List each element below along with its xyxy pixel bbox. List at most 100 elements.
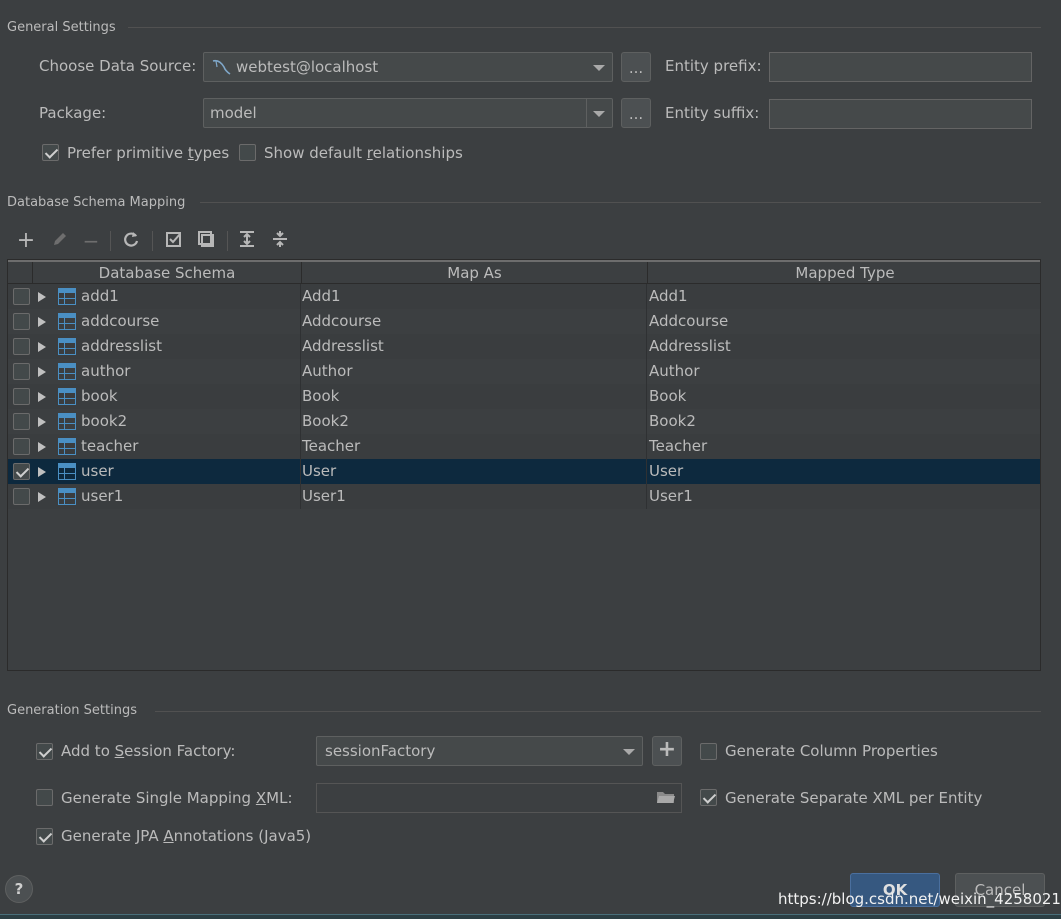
- table-row[interactable]: addresslist Addresslist Addresslist: [8, 334, 1040, 359]
- cell-map-as[interactable]: Author: [302, 362, 353, 380]
- schema-table[interactable]: Database Schema Map As Mapped Type add1 A…: [7, 259, 1041, 671]
- chevron-down-icon[interactable]: [593, 111, 605, 117]
- row-checkbox[interactable]: [13, 288, 30, 305]
- cell-schema: author: [81, 362, 131, 380]
- table-row[interactable]: teacher Teacher Teacher: [8, 434, 1040, 459]
- add-icon[interactable]: +: [15, 230, 37, 252]
- table-row[interactable]: user1 User1 User1: [8, 484, 1040, 509]
- row-checkbox[interactable]: [13, 463, 30, 480]
- column-separator: [300, 284, 301, 309]
- row-checkbox[interactable]: [13, 363, 30, 380]
- cell-mapped-type[interactable]: Add1: [649, 287, 688, 305]
- folder-icon[interactable]: [656, 789, 676, 809]
- refresh-icon[interactable]: [120, 230, 142, 252]
- jpa-annotations-label[interactable]: Generate JPA Annotations (Java5): [61, 827, 311, 845]
- expand-arrow-icon[interactable]: [38, 292, 46, 302]
- table-row[interactable]: author Author Author: [8, 359, 1040, 384]
- chevron-down-icon[interactable]: [623, 749, 635, 755]
- expand-arrow-icon[interactable]: [38, 417, 46, 427]
- column-header-map-as[interactable]: Map As: [301, 262, 647, 284]
- cell-map-as[interactable]: Add1: [302, 287, 341, 305]
- cell-mapped-type[interactable]: Book2: [649, 412, 696, 430]
- cell-mapped-type[interactable]: Addresslist: [649, 337, 731, 355]
- separate-xml-checkbox[interactable]: [700, 789, 717, 806]
- browse-package-button[interactable]: ...: [621, 98, 651, 128]
- cell-mapped-type[interactable]: Author: [649, 362, 700, 380]
- separate-xml-label[interactable]: Generate Separate XML per Entity: [725, 789, 982, 807]
- cell-map-as[interactable]: Teacher: [302, 437, 360, 455]
- cell-mapped-type[interactable]: Book: [649, 387, 686, 405]
- entity-suffix-field[interactable]: [769, 99, 1032, 129]
- row-checkbox[interactable]: [13, 413, 30, 430]
- mysql-icon: [211, 58, 233, 80]
- expand-arrow-icon[interactable]: [38, 392, 46, 402]
- cell-map-as[interactable]: User1: [302, 487, 346, 505]
- cell-map-as[interactable]: Book: [302, 387, 339, 405]
- table-row[interactable]: book Book Book: [8, 384, 1040, 409]
- package-value[interactable]: model: [210, 104, 257, 122]
- expand-arrow-icon[interactable]: [38, 317, 46, 327]
- cell-mapped-type[interactable]: User1: [649, 487, 693, 505]
- add-session-factory-label[interactable]: Add to Session Factory:: [61, 742, 235, 760]
- expand-arrow-icon[interactable]: [38, 492, 46, 502]
- edit-icon[interactable]: [49, 230, 71, 252]
- expand-all-icon[interactable]: [236, 230, 258, 252]
- cell-schema: addresslist: [81, 337, 162, 355]
- single-mapping-xml-label[interactable]: Generate Single Mapping XML:: [61, 789, 293, 807]
- cell-map-as[interactable]: Book2: [302, 412, 349, 430]
- table-row[interactable]: user User User: [8, 459, 1040, 484]
- show-default-relationships-checkbox[interactable]: [239, 144, 256, 161]
- cell-mapped-type[interactable]: Addcourse: [649, 312, 728, 330]
- package-combo[interactable]: model: [203, 98, 613, 128]
- cell-map-as[interactable]: Addresslist: [302, 337, 384, 355]
- single-mapping-xml-checkbox[interactable]: [36, 789, 53, 806]
- expand-arrow-icon[interactable]: [38, 342, 46, 352]
- data-source-label: Choose Data Source:: [39, 57, 197, 75]
- generation-settings-title: Generation Settings: [7, 703, 137, 718]
- single-mapping-xml-field[interactable]: [316, 783, 682, 813]
- column-header-mapped-type[interactable]: Mapped Type: [647, 262, 1040, 284]
- cell-map-as[interactable]: Addcourse: [302, 312, 381, 330]
- table-row[interactable]: addcourse Addcourse Addcourse: [8, 309, 1040, 334]
- data-source-combo[interactable]: webtest@localhost: [203, 52, 613, 82]
- expand-arrow-icon[interactable]: [38, 467, 46, 477]
- table-row[interactable]: add1 Add1 Add1: [8, 284, 1040, 309]
- package-label: Package:: [39, 104, 107, 122]
- cell-mapped-type[interactable]: Teacher: [649, 437, 707, 455]
- browse-data-source-button[interactable]: ...: [621, 52, 651, 82]
- row-checkbox[interactable]: [13, 438, 30, 455]
- expand-arrow-icon[interactable]: [38, 367, 46, 377]
- jpa-annotations-checkbox[interactable]: [36, 828, 53, 845]
- collapse-all-icon[interactable]: [269, 230, 291, 252]
- remove-icon[interactable]: −: [80, 230, 102, 252]
- generate-column-properties-checkbox[interactable]: [700, 743, 717, 760]
- check-all-icon[interactable]: [163, 230, 185, 252]
- show-default-relationships-label[interactable]: Show default relationships: [264, 144, 463, 162]
- entity-prefix-field[interactable]: [769, 52, 1032, 82]
- schema-mapping-title: Database Schema Mapping: [7, 195, 186, 210]
- generate-column-properties-label[interactable]: Generate Column Properties: [725, 742, 938, 760]
- table-icon: [58, 363, 76, 380]
- prefer-primitive-label[interactable]: Prefer primitive types: [67, 144, 229, 162]
- row-checkbox[interactable]: [13, 388, 30, 405]
- add-session-factory-checkbox[interactable]: [36, 743, 53, 760]
- add-session-factory-button[interactable]: +: [652, 736, 682, 766]
- entity-prefix-label: Entity prefix:: [665, 57, 762, 75]
- prefer-primitive-checkbox[interactable]: [42, 144, 59, 161]
- cell-mapped-type[interactable]: User: [649, 462, 683, 480]
- help-button[interactable]: ?: [5, 875, 33, 903]
- column-separator: [300, 459, 301, 484]
- bottom-status-strip: [0, 914, 1061, 919]
- column-header-database-schema[interactable]: Database Schema: [32, 262, 301, 284]
- chevron-down-icon[interactable]: [593, 65, 605, 71]
- row-checkbox[interactable]: [13, 488, 30, 505]
- table-row[interactable]: book2 Book2 Book2: [8, 409, 1040, 434]
- expand-arrow-icon[interactable]: [38, 442, 46, 452]
- row-checkbox[interactable]: [13, 338, 30, 355]
- cell-map-as[interactable]: User: [302, 462, 336, 480]
- column-separator: [646, 359, 647, 384]
- session-factory-combo[interactable]: sessionFactory: [316, 736, 643, 766]
- uncheck-all-icon[interactable]: [195, 230, 217, 252]
- row-checkbox[interactable]: [13, 313, 30, 330]
- table-icon: [58, 488, 76, 505]
